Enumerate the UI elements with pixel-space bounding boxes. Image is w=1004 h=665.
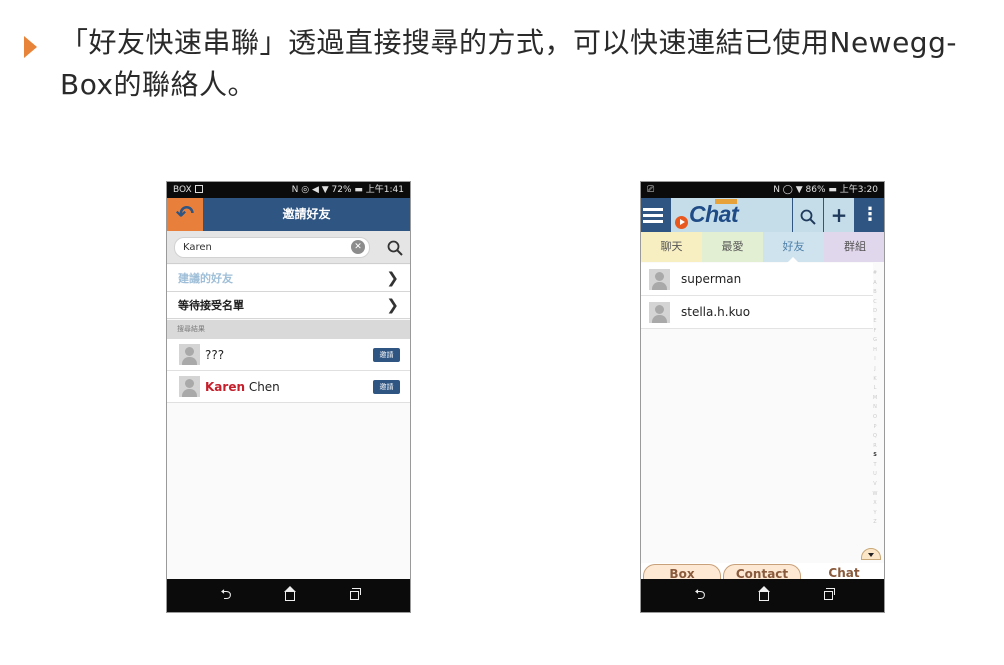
avatar [649, 269, 670, 290]
alpha-index-letter[interactable]: W [870, 490, 880, 500]
alpha-index-letter[interactable]: # [870, 269, 880, 279]
android-nav-bar: ⮌ [167, 579, 410, 612]
contact-name: stella.h.kuo [681, 305, 751, 319]
app-header: ↶ 邀請好友 [167, 198, 410, 231]
search-icon[interactable] [387, 240, 403, 256]
tab-favorites[interactable]: 最愛 [702, 232, 763, 262]
alpha-index-letter[interactable]: J [870, 365, 880, 375]
battery-percent: 72% [331, 185, 352, 195]
alpha-index-letter[interactable]: E [870, 317, 880, 327]
play-icon [675, 216, 688, 229]
avatar [179, 376, 200, 397]
alpha-index-letter[interactable]: X [870, 499, 880, 509]
newegg-chat-logo: Chat [671, 198, 792, 232]
pending-list-item[interactable]: 等待接受名單 ❯ [167, 292, 410, 319]
tab-chats[interactable]: 聊天 [641, 232, 702, 262]
home-nav-icon[interactable] [749, 579, 779, 612]
recent-apps-icon[interactable] [813, 579, 843, 612]
search-icon [800, 209, 816, 225]
search-results-label: 搜尋結果 [167, 320, 410, 339]
search-bar: Karen ✕ [167, 231, 410, 264]
add-button[interactable]: + [823, 198, 854, 232]
invite-button[interactable]: 邀請 [373, 380, 400, 394]
notification-icon: ⎚ [647, 185, 655, 195]
search-button[interactable] [792, 198, 823, 232]
alpha-index-letter[interactable]: D [870, 307, 880, 317]
android-nav-bar: ⮌ [641, 579, 884, 612]
alphabet-index[interactable]: # A B C D E F G H I J K L M N O P Q R S T U V W X Y Z [870, 269, 880, 528]
phone-chat-friends: ⎚ N ◯ ▼ 86% ▬ 上午3:20 Chat + ⋮ 聊天 最愛 好友 群… [640, 181, 885, 613]
invite-button[interactable]: 邀請 [373, 348, 400, 362]
undo-arrow-icon: ↶ [175, 202, 195, 227]
logo-text: Chat [689, 201, 739, 227]
result-name-rest: Chen [245, 380, 280, 394]
slide-title-text: 「好友快速串聯」透過直接搜尋的方式，可以快速連結已使用Newegg-Box的聯絡… [60, 26, 957, 101]
more-options-button[interactable]: ⋮ [854, 198, 884, 232]
alpha-index-letter[interactable]: B [870, 288, 880, 298]
search-result-row[interactable]: Karen Chen 邀請 [167, 371, 410, 403]
alpha-index-letter[interactable]: A [870, 279, 880, 289]
back-nav-icon[interactable]: ⮌ [211, 579, 241, 612]
collapse-toggle-icon[interactable] [861, 548, 881, 560]
alpha-index-letter[interactable]: O [870, 413, 880, 423]
suggested-friends-label: 建議的好友 [178, 272, 233, 285]
status-bar: BOX N ◎ ◀ ▼ 72% ▬ 上午1:41 [167, 182, 410, 198]
alpha-index-letter[interactable]: R [870, 442, 880, 452]
alpha-index-letter[interactable]: C [870, 298, 880, 308]
page-title: 邀請好友 [282, 207, 331, 221]
bullet-arrow-icon [24, 36, 37, 58]
alpha-index-letter[interactable]: V [870, 480, 880, 490]
chevron-right-icon: ❯ [386, 296, 399, 314]
alpha-index-letter[interactable]: K [870, 375, 880, 385]
avatar [649, 302, 670, 323]
result-name: ??? [205, 348, 225, 362]
back-button[interactable]: ↶ [167, 198, 203, 231]
app-header: Chat + ⋮ [641, 198, 884, 232]
alpha-index-letter[interactable]: P [870, 423, 880, 433]
alpha-index-letter[interactable]: M [870, 394, 880, 404]
contact-list-item[interactable]: stella.h.kuo [641, 296, 873, 329]
tab-friends[interactable]: 好友 [763, 232, 824, 263]
alpha-index-letter[interactable]: U [870, 470, 880, 480]
alpha-index-letter[interactable]: N [870, 403, 880, 413]
kebab-menu-icon: ⋮ [861, 204, 879, 225]
phone-invite-friends: BOX N ◎ ◀ ▼ 72% ▬ 上午1:41 ↶ 邀請好友 Karen ✕ … [166, 181, 411, 613]
battery-percent: 86% [805, 185, 826, 195]
search-input[interactable]: Karen [174, 237, 370, 258]
back-nav-icon[interactable]: ⮌ [685, 579, 715, 612]
screenshot-icon [194, 185, 203, 193]
tab-groups[interactable]: 群組 [824, 232, 884, 262]
match-highlight: Karen [205, 380, 245, 394]
alpha-index-letter[interactable]: F [870, 327, 880, 337]
plus-icon: + [830, 203, 848, 227]
suggested-friends-item[interactable]: 建議的好友 ❯ [167, 265, 410, 292]
result-name: Karen Chen [205, 371, 280, 403]
clock: 上午3:20 [839, 185, 878, 195]
pending-list-label: 等待接受名單 [178, 299, 244, 312]
alpha-index-letter[interactable]: Q [870, 432, 880, 442]
contact-list-item[interactable]: superman [641, 263, 873, 296]
alpha-index-letter[interactable]: S [870, 451, 880, 461]
contact-name: superman [681, 272, 742, 286]
clear-icon[interactable]: ✕ [351, 240, 365, 254]
alpha-index-letter[interactable]: G [870, 336, 880, 346]
alpha-index-letter[interactable]: I [870, 355, 880, 365]
home-nav-icon[interactable] [275, 579, 305, 612]
avatar [179, 344, 200, 365]
status-bar: ⎚ N ◯ ▼ 86% ▬ 上午3:20 [641, 182, 884, 198]
recent-apps-icon[interactable] [339, 579, 369, 612]
chevron-right-icon: ❯ [386, 269, 399, 287]
status-box-label: BOX [173, 185, 192, 195]
alpha-index-letter[interactable]: H [870, 346, 880, 356]
clock: 上午1:41 [365, 185, 404, 195]
hamburger-menu-icon[interactable] [641, 198, 671, 232]
alpha-index-letter[interactable]: T [870, 461, 880, 471]
search-result-row[interactable]: ??? 邀請 [167, 339, 410, 371]
alpha-index-letter[interactable]: Z [870, 518, 880, 528]
alpha-index-letter[interactable]: L [870, 384, 880, 394]
alpha-index-letter[interactable]: Y [870, 509, 880, 519]
